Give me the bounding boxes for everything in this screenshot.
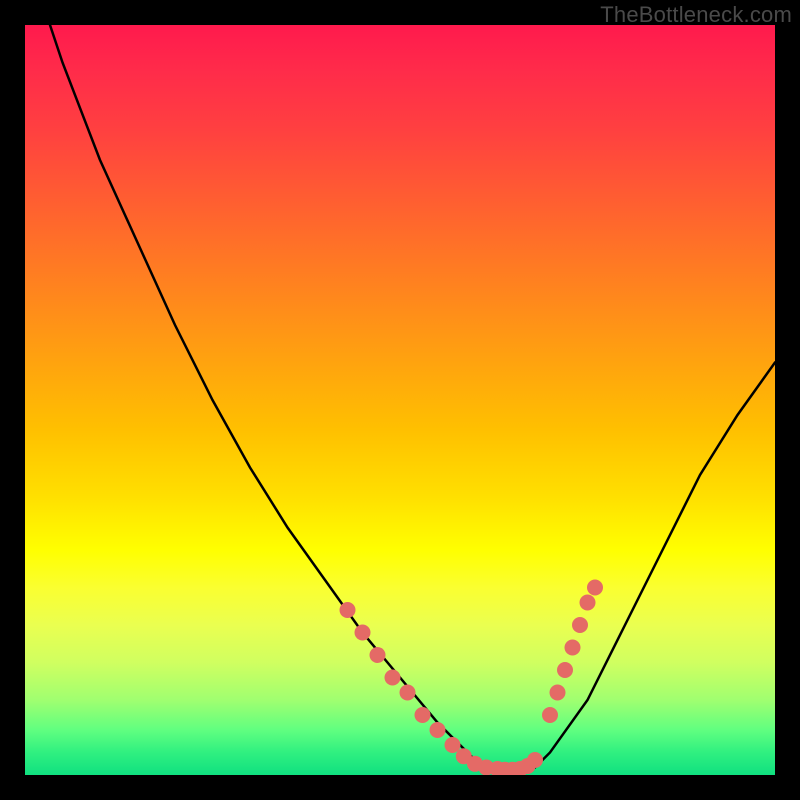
marker-dot — [445, 737, 461, 753]
marker-dot — [557, 662, 573, 678]
marker-dot — [587, 580, 603, 596]
plot-svg — [25, 25, 775, 775]
marker-dot — [580, 595, 596, 611]
marker-dot — [355, 625, 371, 641]
marker-dot — [340, 602, 356, 618]
marker-dot — [415, 707, 431, 723]
marker-dot — [527, 752, 543, 768]
marker-group — [340, 580, 604, 776]
marker-dot — [572, 617, 588, 633]
marker-dot — [550, 685, 566, 701]
watermark-text: TheBottleneck.com — [600, 2, 792, 28]
marker-dot — [400, 685, 416, 701]
chart-frame: TheBottleneck.com — [0, 0, 800, 800]
marker-dot — [370, 647, 386, 663]
marker-dot — [542, 707, 558, 723]
marker-dot — [430, 722, 446, 738]
marker-dot — [385, 670, 401, 686]
marker-dot — [565, 640, 581, 656]
plot-area — [25, 25, 775, 775]
curve-line — [25, 25, 775, 771]
